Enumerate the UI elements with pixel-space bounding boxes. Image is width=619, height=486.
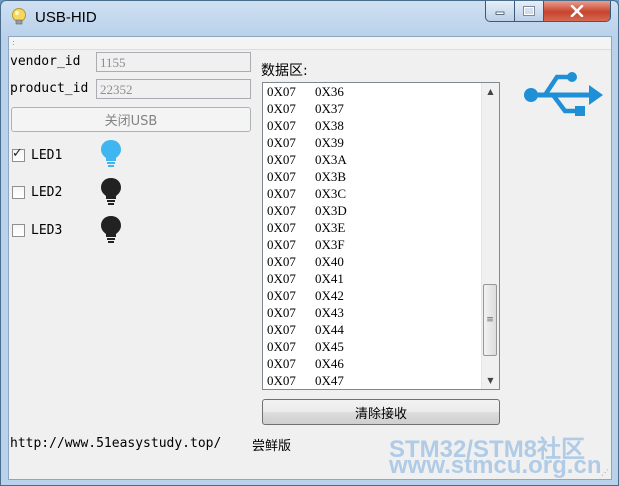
data-list[interactable]: 0X07 0X36 0X07 0X37 0X07 0X38 0X07 0X39 0X07 0X3A… [262, 82, 500, 390]
client-area: : vendor_id 1155 product_id 22352 关闭USB … [8, 36, 612, 480]
row-cmd: 0X07 [267, 203, 296, 218]
row-cmd: 0X07 [267, 271, 296, 286]
close-button[interactable] [544, 1, 611, 22]
footer-url: http://www.51easystudy.top/ [10, 436, 222, 451]
caption-buttons [485, 1, 611, 23]
row-value: 0X37 [315, 101, 344, 116]
row-cmd: 0X07 [267, 101, 296, 116]
watermark-line2: www.stmcu.org.cn [389, 452, 602, 479]
row-value: 0X42 [315, 288, 344, 303]
row-value: 0X3D [315, 203, 347, 218]
led3-bulb-icon [101, 216, 121, 243]
list-item: 0X07 0X36 [267, 83, 347, 100]
row-cmd: 0X07 [267, 152, 296, 167]
list-item: 0X07 0X45 [267, 338, 347, 355]
menu-grip: : [12, 38, 15, 47]
scroll-up-icon[interactable]: ▲ [482, 83, 499, 100]
led1-bulb-icon [101, 140, 121, 167]
clear-receive-button[interactable]: 清除接收 [262, 399, 500, 425]
scroll-down-icon[interactable]: ▼ [482, 372, 499, 389]
list-item: 0X07 0X39 [267, 134, 347, 151]
maximize-button[interactable] [515, 1, 544, 22]
row-value: 0X38 [315, 118, 344, 133]
row-cmd: 0X07 [267, 305, 296, 320]
row-cmd: 0X07 [267, 84, 296, 99]
row-value: 0X46 [315, 356, 344, 371]
resize-grip[interactable]: ⋰ [601, 468, 609, 477]
row-value: 0X39 [315, 135, 344, 150]
row-cmd: 0X07 [267, 220, 296, 235]
list-item: 0X07 0X38 [267, 117, 347, 134]
vendor-id-field[interactable]: 1155 [96, 52, 251, 72]
row-cmd: 0X07 [267, 322, 296, 337]
list-item: 0X07 0X41 [267, 270, 347, 287]
app-icon [12, 8, 26, 25]
list-item: 0X07 0X43 [267, 304, 347, 321]
row-value: 0X36 [315, 84, 344, 99]
led1-label: LED1 [31, 148, 63, 163]
list-item: 0X07 0X44 [267, 321, 347, 338]
row-value: 0X3E [315, 220, 346, 235]
row-cmd: 0X07 [267, 373, 296, 388]
list-item: 0X07 0X42 [267, 287, 347, 304]
row-value: 0X40 [315, 254, 344, 269]
minimize-button[interactable] [485, 1, 515, 22]
close-usb-button[interactable]: 关闭USB [11, 107, 251, 132]
list-item: 0X07 0X3B [267, 168, 347, 185]
row-value: 0X3C [315, 186, 347, 201]
close-icon [570, 5, 584, 17]
product-id-label: product_id [10, 81, 89, 96]
minimize-icon [495, 11, 505, 15]
led3-label: LED3 [31, 223, 63, 238]
list-item: 0X07 0X3D [267, 202, 347, 219]
row-cmd: 0X07 [267, 339, 296, 354]
list-item: 0X07 0X3E [267, 219, 347, 236]
row-cmd: 0X07 [267, 118, 296, 133]
title-bar[interactable]: USB-HID [1, 1, 618, 35]
scroll-thumb[interactable]: ≡ [483, 284, 497, 356]
product-id-field[interactable]: 22352 [96, 79, 251, 99]
led3-checkbox[interactable] [12, 224, 25, 237]
row-cmd: 0X07 [267, 169, 296, 184]
version-label: 尝鲜版 [252, 439, 292, 454]
window-title: USB-HID [35, 9, 97, 26]
row-value: 0X3F [315, 237, 345, 252]
list-item: 0X07 0X3A [267, 151, 347, 168]
list-item: 0X07 0X40 [267, 253, 347, 270]
row-cmd: 0X07 [267, 237, 296, 252]
row-value: 0X47 [315, 373, 344, 388]
led2-bulb-icon [101, 178, 121, 205]
vendor-id-label: vendor_id [10, 54, 81, 69]
row-cmd: 0X07 [267, 356, 296, 371]
app-window: USB-HID : vendor_id 1155 product_id 2235… [0, 0, 619, 486]
menu-strip[interactable]: : [9, 37, 611, 50]
usb-icon [524, 72, 603, 116]
led1-checkbox[interactable]: ✓ [12, 146, 25, 162]
row-value: 0X45 [315, 339, 344, 354]
row-cmd: 0X07 [267, 288, 296, 303]
vertical-scrollbar[interactable]: ▲ ≡ ▼ [481, 83, 499, 389]
led2-checkbox[interactable] [12, 186, 25, 199]
row-cmd: 0X07 [267, 135, 296, 150]
data-rows: 0X07 0X36 0X07 0X37 0X07 0X38 0X07 0X39 0X07 0X3A… [267, 83, 347, 389]
row-value: 0X43 [315, 305, 344, 320]
check-mark-icon: ✓ [12, 146, 23, 161]
row-cmd: 0X07 [267, 186, 296, 201]
list-item: 0X07 0X37 [267, 100, 347, 117]
list-item: 0X07 0X46 [267, 355, 347, 372]
list-item: 0X07 0X3F [267, 236, 347, 253]
maximize-icon [523, 6, 535, 16]
row-value: 0X3A [315, 152, 347, 167]
row-value: 0X44 [315, 322, 344, 337]
row-value: 0X3B [315, 169, 347, 184]
list-item: 0X07 0X47 [267, 372, 347, 389]
row-value: 0X41 [315, 271, 344, 286]
led2-label: LED2 [31, 185, 63, 200]
data-area-label: 数据区: [261, 63, 308, 79]
row-cmd: 0X07 [267, 254, 296, 269]
list-item: 0X07 0X3C [267, 185, 347, 202]
